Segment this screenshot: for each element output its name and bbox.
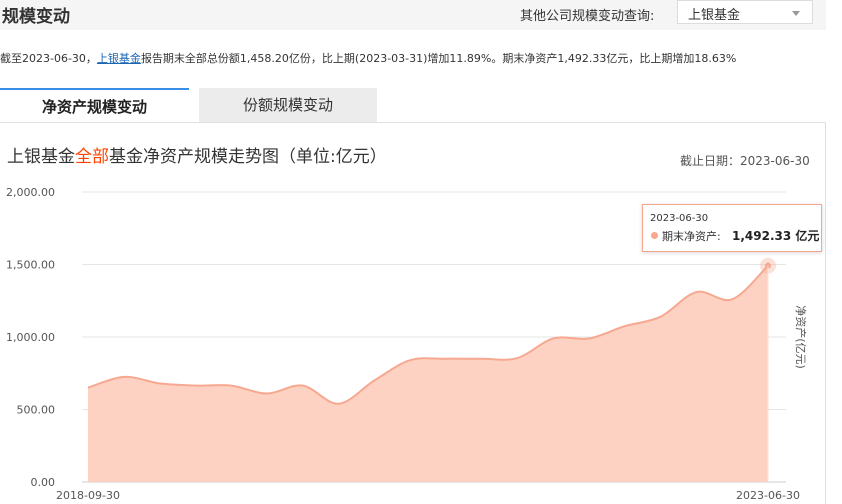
net-asset-chart: 0.00 500.00 1,000.00 1,500.00 2,000.00 2018-0… xyxy=(6,186,808,502)
data-point xyxy=(480,357,484,361)
x-tick-label: 2018-09-30 xyxy=(56,489,120,502)
data-point xyxy=(86,386,90,390)
data-point xyxy=(659,315,663,319)
data-point xyxy=(694,290,698,294)
data-point xyxy=(122,375,126,379)
chart-tooltip: 2023-06-30 期末净资产: 1,492.33 亿元 xyxy=(642,204,822,252)
y-tick-label: 500.00 xyxy=(17,404,56,417)
data-point xyxy=(301,384,305,388)
y-tick-label: 0.00 xyxy=(31,476,56,489)
tooltip-series-dot xyxy=(651,232,658,239)
series-area xyxy=(88,265,768,482)
y-tick-label: 1,000.00 xyxy=(6,331,55,344)
data-point xyxy=(229,384,233,388)
data-point xyxy=(158,381,162,385)
data-point xyxy=(265,392,269,396)
data-point xyxy=(337,402,341,406)
y-tick-label: 2,000.00 xyxy=(6,186,55,199)
tooltip-date: 2023-06-30 xyxy=(650,213,709,224)
data-point xyxy=(408,358,412,362)
data-point xyxy=(551,336,555,340)
data-point xyxy=(372,379,376,383)
data-point xyxy=(515,356,519,360)
data-point xyxy=(444,357,448,361)
y-tick-label: 1,500.00 xyxy=(6,259,55,272)
x-tick-label: 2023-06-30 xyxy=(736,489,800,502)
data-point xyxy=(730,297,734,301)
data-point xyxy=(193,384,197,388)
data-point xyxy=(587,336,591,340)
y-axis-label: 净资产(亿元) xyxy=(794,305,808,369)
tooltip-value: 1,492.33 亿元 xyxy=(732,229,820,243)
data-point xyxy=(623,324,627,328)
tooltip-label: 期末净资产: xyxy=(662,230,721,243)
